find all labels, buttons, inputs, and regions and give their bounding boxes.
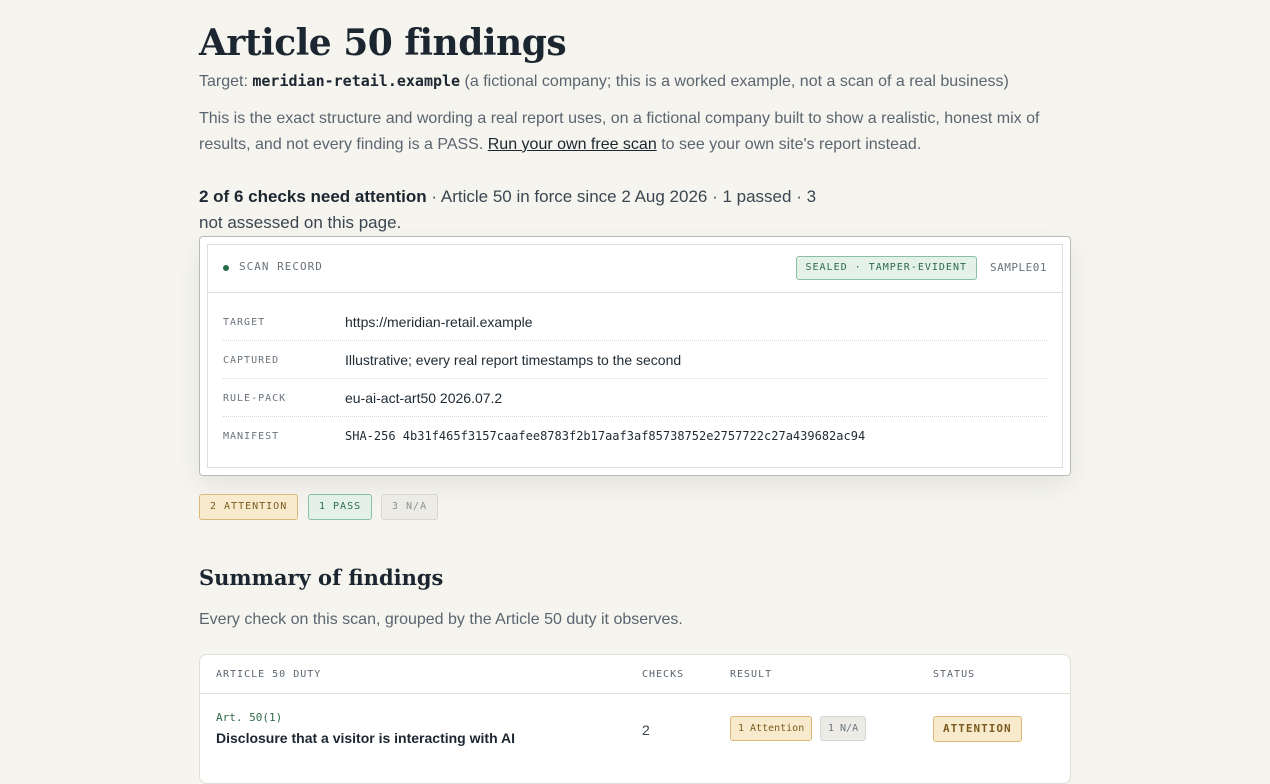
findings-table: ARTICLE 50 DUTY CHECKS RESULT STATUS Art… (199, 654, 1071, 784)
summary-subtitle: Every check on this scan, grouped by the… (199, 611, 683, 628)
result-attention-badge: 1 Attention (730, 716, 813, 741)
na-count-badge: 3 N/A (381, 494, 439, 520)
attention-count-badge: 2 ATTENTION (199, 494, 299, 520)
record-key: TARGET (223, 317, 266, 328)
target-note: (a fictional company; this is a worked e… (464, 73, 1009, 90)
record-row-manifest: MANIFEST SHA-256 4b31f465f3157caafee8783… (223, 417, 1047, 455)
scan-record-id: SAMPLE01 (990, 261, 1047, 274)
duty-reference: Art. 50(1) (216, 711, 283, 724)
record-value: Illustrative; every real report timestam… (345, 352, 682, 368)
scan-record-label: SCAN RECORD (239, 260, 323, 273)
record-value: https://meridian-retail.example (345, 314, 533, 330)
intro-paragraph: This is the exact structure and wording … (199, 106, 1049, 158)
table-header: ARTICLE 50 DUTY CHECKS RESULT STATUS (200, 655, 1070, 694)
column-header-checks: CHECKS (642, 669, 685, 680)
record-key: MANIFEST (223, 431, 280, 442)
target-prefix: Target: (199, 73, 248, 90)
target-line: Target: meridian-retail.example (a ficti… (199, 72, 1009, 91)
verdict-headline: 2 of 6 checks need attention (199, 187, 427, 206)
column-header-duty: ARTICLE 50 DUTY (216, 669, 322, 680)
pass-count-badge: 1 PASS (308, 494, 373, 520)
record-row-captured: CAPTURED Illustrative; every real report… (223, 341, 1047, 379)
column-header-status: STATUS (933, 669, 976, 680)
record-key: CAPTURED (223, 355, 280, 366)
status-dot-icon (223, 265, 229, 271)
result-na-badge: 1 N/A (820, 716, 867, 741)
run-free-scan-link[interactable]: Run your own free scan (488, 136, 657, 153)
duty-name: Disclosure that a visitor is interacting… (216, 730, 515, 746)
record-key: RULE-PACK (223, 393, 287, 404)
record-value: eu-ai-act-art50 2026.07.2 (345, 390, 503, 406)
status-badge: ATTENTION (933, 716, 1022, 742)
page-title: Article 50 findings (199, 22, 567, 64)
scan-record-card: SCAN RECORD SEALED · TAMPER-EVIDENT SAMP… (199, 236, 1071, 476)
record-row-rule-pack: RULE-PACK eu-ai-act-art50 2026.07.2 (223, 379, 1047, 417)
verdict-summary: 2 of 6 checks need attention · Article 5… (199, 184, 839, 236)
target-domain: meridian-retail.example (252, 72, 461, 90)
summary-heading: Summary of findings (199, 565, 444, 590)
manifest-hash: SHA-256 4b31f465f3157caafee8783f2b17aaf3… (345, 429, 866, 443)
scan-record-header: SCAN RECORD SEALED · TAMPER-EVIDENT SAMP… (208, 245, 1062, 293)
sealed-badge: SEALED · TAMPER-EVIDENT (795, 256, 977, 280)
checks-count: 2 (642, 722, 650, 738)
intro-after-link: to see your own site's report instead. (661, 136, 922, 153)
scan-record-inner: SCAN RECORD SEALED · TAMPER-EVIDENT SAMP… (207, 244, 1063, 468)
record-row-target: TARGET https://meridian-retail.example (223, 303, 1047, 341)
column-header-result: RESULT (730, 669, 773, 680)
